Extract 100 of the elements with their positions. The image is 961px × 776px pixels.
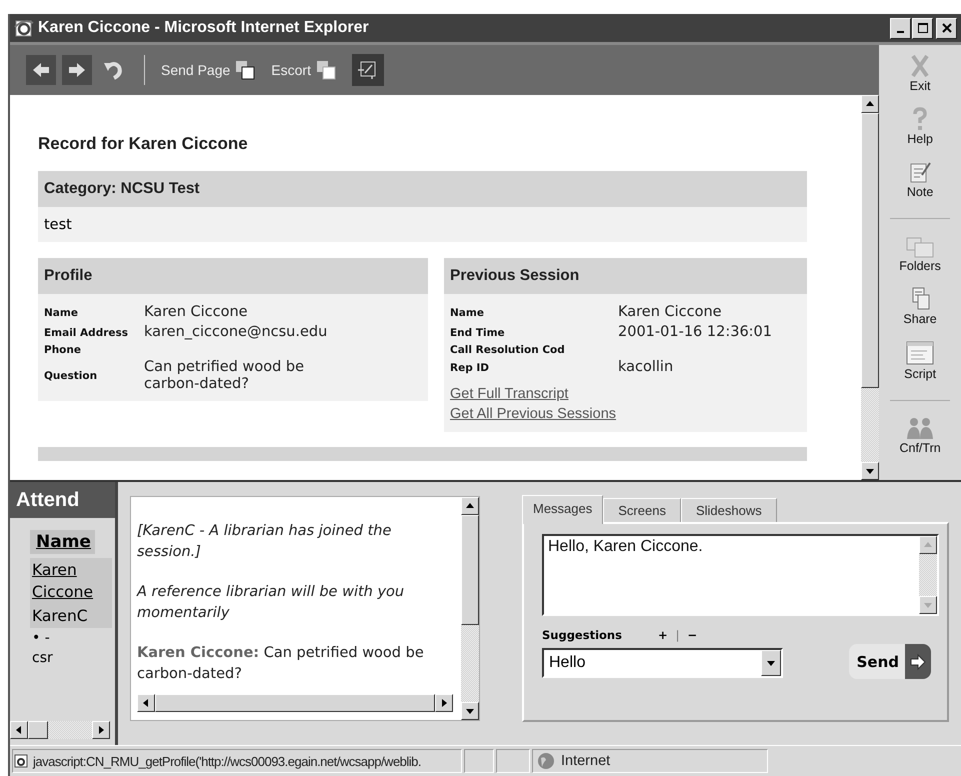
down-arrow-icon [923,600,933,610]
people-icon [905,415,936,441]
link[interactable]: Get All Previous Sessions [450,404,616,424]
horizontal-scrollbar[interactable] [10,721,110,739]
scrollbar-thumb[interactable] [28,721,48,739]
tab[interactable]: Slideshows [680,498,777,522]
scroll-up-button[interactable] [919,536,937,554]
system-message: A reference librarian will be with you momentarily [137,583,406,623]
close-icon [940,22,952,34]
vertical-scrollbar[interactable] [861,95,880,480]
page-icon [13,753,29,769]
send-button[interactable]: Send [848,644,931,679]
status-panel [464,749,494,773]
field-label: Rep ID [450,362,490,374]
scrollbar-thumb[interactable] [861,113,880,388]
tab[interactable]: Screens [603,498,681,522]
browser-icon [14,18,34,38]
category-text: test [38,207,807,242]
field-label: Email Address [44,326,130,338]
zone-label: Internet [561,753,610,769]
card-title: Profile [38,258,428,294]
close-button[interactable] [936,18,957,38]
conference-button[interactable]: Cnf/Trn [899,415,941,455]
script-icon [905,339,936,367]
escort-button[interactable]: Escort [271,60,336,80]
field-value: Karen Ciccone [144,304,249,321]
field-value: Karen Ciccone [618,304,723,321]
minimize-button[interactable] [890,18,911,38]
up-arrow-icon [465,501,475,511]
attendee-name[interactable]: KarenC [30,604,112,628]
send-page-button[interactable]: Send Page [161,60,256,80]
status-text: • - [31,629,50,648]
help-icon [912,106,928,132]
folders-button[interactable]: Folders [899,233,941,273]
suggestions-dropdown[interactable]: Hello [542,648,783,678]
attendee-name[interactable]: Karen Ciccone [30,558,112,604]
scroll-left-button[interactable] [10,721,28,739]
forward-button[interactable] [62,55,92,85]
window-title: Karen Ciccone - Microsoft Internet Explorer [38,19,370,37]
undo-icon [102,59,124,81]
exit-button[interactable]: Exit [909,53,932,93]
field-value: 2001-01-16 12:36:01 [618,324,773,341]
tab[interactable]: Messages [522,495,604,524]
role-text: csr [31,649,53,668]
scroll-down-button[interactable] [461,702,479,720]
field-value: karen_ciccone@ncsu.edu [144,324,328,341]
field-value: Can petrified wood be carbon-dated? [144,359,306,393]
field-label: Name [450,306,485,318]
scroll-up-button[interactable] [461,497,479,515]
vertical-scrollbar[interactable] [919,536,937,614]
scroll-up-button[interactable] [861,95,880,113]
category-header: Category: NCSU Test [38,171,807,207]
field-label: Phone [44,344,82,356]
vertical-scrollbar[interactable] [461,497,479,720]
card-title: Previous Session [444,258,807,294]
field-label: Call Resolution Cod [450,344,566,356]
remove-button[interactable]: − [687,628,698,642]
share-button[interactable]: Share [903,286,937,326]
down-arrow-icon [465,706,475,716]
maximize-icon [916,22,928,34]
field-label: End Time [450,326,506,338]
scrollbar-thumb[interactable] [461,515,479,625]
maximize-button[interactable] [912,18,933,38]
system-message: [KarenC - A librarian has joined the session.] [137,522,392,562]
link[interactable]: Get Full Transcript [450,384,568,404]
status-panel [496,749,530,773]
message-field[interactable]: Hello, Karen Ciccone. [542,534,939,616]
pages-icon [316,60,336,80]
globe-icon [537,752,555,770]
status-text: javascript:CN_RMU_getProfile('http://wcs00093.egain.net/wcsapp/weblib. [33,754,422,768]
note-button[interactable]: Note [906,159,934,199]
close-icon [909,53,932,79]
left-arrow-icon [14,725,24,735]
scroll-right-button[interactable] [92,721,110,739]
field-value: kacollin [618,359,674,376]
scroll-right-button[interactable] [435,694,453,712]
up-arrow-icon [923,540,933,550]
minimize-icon [897,31,904,33]
help-button[interactable]: Help [907,106,933,146]
record-heading: Record for Karen Ciccone [38,134,249,154]
right-arrow-icon [96,725,106,735]
down-arrow-icon [865,466,876,476]
scroll-left-button[interactable] [137,694,155,712]
up-arrow-icon [865,99,876,109]
scroll-down-button[interactable] [861,462,880,480]
column-header[interactable]: Name [30,530,95,554]
right-arrow-icon [67,61,87,79]
chat-message: Karen Ciccone: Can petrified wood be carbon-dated? [137,644,425,684]
scroll-down-button[interactable] [919,596,937,614]
frame-button[interactable] [352,54,384,86]
back-button[interactable] [26,55,56,85]
suggestions-label: Suggestions [542,628,622,642]
field-label: Name [44,306,79,318]
script-button[interactable]: Script [904,339,936,381]
left-arrow-icon [141,698,151,708]
right-arrow-icon [439,698,449,708]
separator: | [676,628,680,642]
arrow-icon [909,652,927,670]
add-button[interactable]: + [658,628,668,642]
field-label: Question [44,370,98,382]
